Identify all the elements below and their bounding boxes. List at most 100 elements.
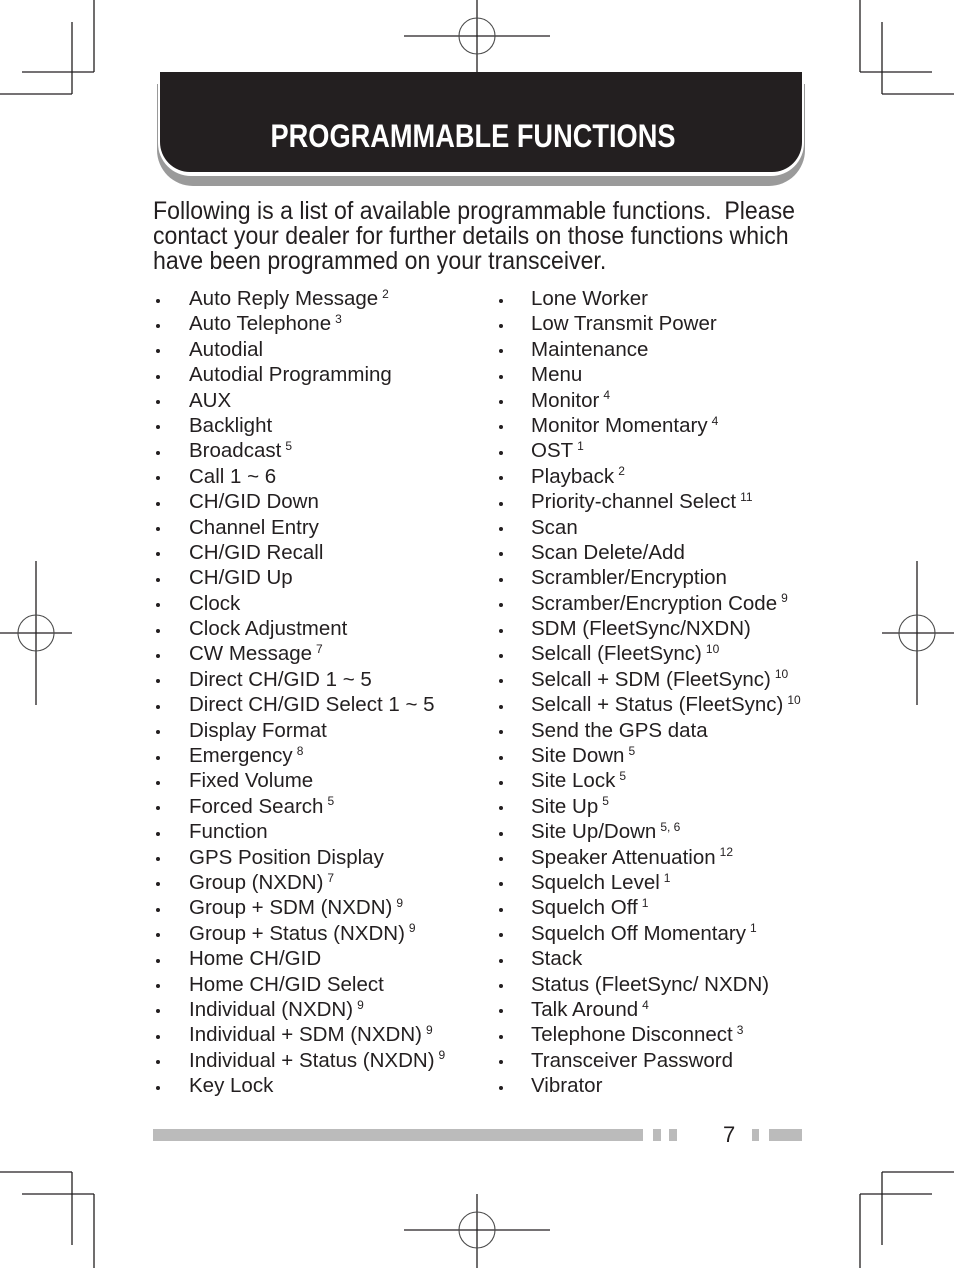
- bullet-icon: [156, 527, 160, 532]
- function-label: Site Lock: [531, 769, 616, 793]
- list-item: Squelch Level 1: [496, 870, 801, 895]
- list-item: AUX: [153, 388, 445, 413]
- bullet-icon: [156, 298, 160, 303]
- function-label: Call 1 ~ 6: [189, 464, 277, 488]
- list-item: Channel Entry: [153, 515, 445, 540]
- bullet-icon: [499, 704, 503, 709]
- footnote-ref: 9: [408, 921, 416, 936]
- function-label: Forced Search: [189, 794, 324, 818]
- footnote-ref: 1: [641, 895, 649, 910]
- function-label: Low Transmit Power: [531, 312, 717, 336]
- list-item: Low Transmit Power: [496, 311, 801, 336]
- function-label: CH/GID Up: [189, 566, 293, 590]
- footnote-ref: 4: [642, 997, 649, 1012]
- page-number: 7: [723, 1122, 736, 1147]
- bullet-icon: [156, 984, 160, 989]
- bullet-icon: [499, 476, 503, 481]
- bullet-icon: [156, 323, 160, 328]
- bullet-icon: [499, 450, 503, 455]
- bullet-icon: [156, 450, 160, 455]
- footnote-ref: 7: [316, 642, 323, 657]
- function-label: CH/GID Down: [189, 490, 319, 514]
- function-label: Monitor Momentary: [531, 413, 708, 437]
- function-label: Transceiver Password: [531, 1048, 734, 1072]
- footnote-ref: 9: [438, 1048, 446, 1063]
- bullet-icon: [499, 857, 503, 862]
- bullet-icon: [499, 425, 503, 430]
- function-label: SDM (FleetSync/NXDN): [531, 617, 751, 641]
- function-label: Lone Worker: [531, 287, 648, 310]
- footnote-ref: 1: [577, 438, 584, 453]
- function-label: Scramber/Encryption Code: [531, 591, 778, 615]
- list-item: Site Up/Down 5, 6: [496, 819, 801, 844]
- list-item: Selcall + Status (FleetSync) 10: [496, 692, 801, 717]
- list-item: Broadcast 5: [153, 438, 445, 463]
- function-label: Autodial Programming: [189, 363, 392, 387]
- list-item: Site Up 5: [496, 794, 801, 819]
- function-label: Direct CH/GID Select 1 ~ 5: [189, 693, 435, 717]
- function-label: OST: [531, 439, 574, 463]
- footer-bar-left: [153, 1129, 643, 1141]
- list-item: Auto Reply Message 2: [153, 286, 445, 311]
- function-label: Playback: [531, 464, 615, 488]
- list-item: Menu: [496, 362, 801, 387]
- printer-marks: [0, 0, 954, 1268]
- bullet-icon: [156, 806, 160, 811]
- list-item: Individual + Status (NXDN) 9: [153, 1048, 445, 1073]
- footnote-ref: 5: [285, 438, 292, 453]
- list-item: Talk Around 4: [496, 997, 801, 1022]
- function-list-left: Auto Reply Message 2 Auto Telephone 3 Autodi…: [153, 286, 445, 1099]
- list-item: Monitor Momentary 4: [496, 413, 801, 438]
- bullet-icon: [499, 831, 503, 836]
- list-item: Autodial Programming: [153, 362, 445, 387]
- list-item: CH/GID Recall: [153, 540, 445, 565]
- function-label: Auto Telephone: [189, 312, 332, 336]
- bullet-icon: [156, 1034, 160, 1039]
- bullet-icon: [499, 501, 503, 506]
- list-item: Auto Telephone 3: [153, 311, 445, 336]
- registration-mark-right: [882, 561, 954, 705]
- function-label: Selcall + SDM (FleetSync): [531, 667, 771, 691]
- list-item: SDM (FleetSync/NXDN): [496, 616, 801, 641]
- function-label: Group + SDM (NXDN): [189, 896, 393, 920]
- bullet-icon: [156, 1085, 160, 1090]
- list-item: Emergency 8: [153, 743, 445, 768]
- bullet-icon: [499, 907, 503, 912]
- function-label: Menu: [531, 363, 583, 387]
- bullet-icon: [499, 1085, 503, 1090]
- function-label: Priority-channel Select: [531, 490, 737, 514]
- footnote-ref: 5: [327, 794, 335, 809]
- bullet-icon: [499, 679, 503, 684]
- list-item: Site Lock 5: [496, 768, 801, 793]
- function-label: Display Format: [189, 718, 327, 742]
- bullet-icon: [156, 501, 160, 506]
- list-item: Fixed Volume: [153, 768, 445, 793]
- function-label: Function: [189, 820, 268, 844]
- footnote-ref: 9: [425, 1022, 433, 1037]
- bullet-icon: [156, 679, 160, 684]
- function-label: Backlight: [189, 413, 273, 437]
- list-item: Stack: [496, 946, 801, 971]
- bullet-icon: [499, 933, 503, 938]
- page-title: PROGRAMMABLE FUNCTIONS: [270, 118, 676, 154]
- bullet-icon: [499, 780, 503, 785]
- bullet-icon: [156, 476, 160, 481]
- bullet-icon: [499, 349, 503, 354]
- function-label: Telephone Disconnect: [531, 1023, 733, 1047]
- list-item: Display Format: [153, 718, 445, 743]
- list-item: Call 1 ~ 6: [153, 464, 445, 489]
- intro-line: have been programmed on your transceiver…: [153, 247, 607, 275]
- list-item: Transceiver Password: [496, 1048, 801, 1073]
- bullet-icon: [156, 730, 160, 735]
- function-label: Individual + Status (NXDN): [189, 1048, 435, 1072]
- function-label: Monitor: [531, 388, 600, 412]
- list-item: GPS Position Display: [153, 845, 445, 870]
- registration-mark-top: [404, 0, 550, 72]
- intro-line: contact your dealer for further details …: [153, 222, 789, 250]
- registration-mark-bottom: [404, 1194, 550, 1268]
- function-label: Send the GPS data: [531, 718, 708, 742]
- function-label: Key Lock: [189, 1074, 274, 1098]
- crop-mark-top-left: [0, 0, 95, 95]
- function-label: Auto Reply Message: [189, 287, 379, 310]
- bullet-icon: [499, 1009, 503, 1014]
